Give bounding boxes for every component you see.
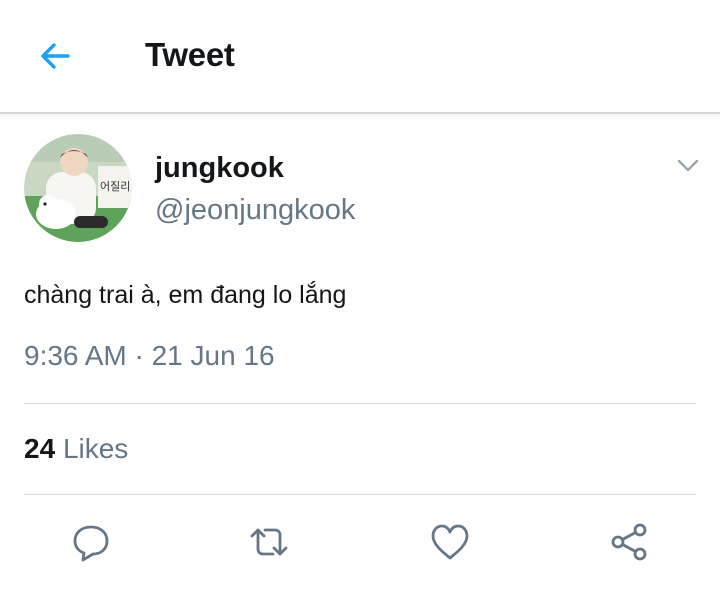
share-button[interactable] [607, 520, 651, 564]
username-handle[interactable]: @jeonjungkook [155, 194, 355, 227]
retweet-button[interactable] [247, 520, 291, 564]
likes-label: Likes [62, 433, 129, 464]
reply-button[interactable] [69, 520, 113, 564]
chevron-down-icon [677, 159, 699, 172]
divider [24, 494, 696, 495]
profile-photo: 어질리 [24, 134, 132, 242]
avatar-sign-text: 어질리 [100, 180, 130, 193]
top-app-bar: Tweet [0, 0, 720, 114]
divider [24, 403, 696, 404]
tweet-menu-button[interactable] [673, 152, 703, 178]
like-button[interactable] [428, 520, 472, 564]
avatar[interactable]: 어질리 [24, 134, 132, 242]
share-icon [611, 523, 647, 561]
heart-icon [431, 524, 469, 560]
tweet-timestamp: 9:36 AM · 21 Jun 16 [24, 340, 275, 371]
likes-count: 24 [24, 433, 56, 464]
speech-bubble-icon [73, 525, 109, 562]
display-name[interactable]: jungkook [155, 152, 284, 185]
tweet-text: chàng trai à, em đang lo lắng [24, 281, 347, 309]
retweet-icon [250, 528, 288, 556]
back-button[interactable] [34, 36, 78, 76]
page-title: Tweet [145, 36, 235, 73]
likes-count-link[interactable]: 24 Likes [24, 433, 128, 465]
arrow-left-icon [41, 43, 70, 69]
